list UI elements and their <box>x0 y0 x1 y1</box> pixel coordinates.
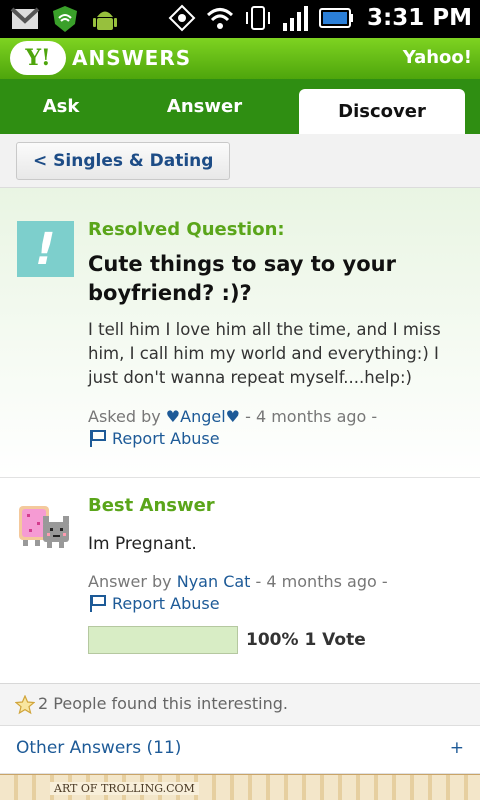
answerer-link[interactable]: Nyan Cat <box>177 572 251 591</box>
best-answer-body: Im Pregnant. <box>88 534 197 554</box>
report-abuse-label: Report Abuse <box>112 428 220 448</box>
asked-time: - 4 months ago - <box>245 407 378 426</box>
question-title: Cute things to say to your boyfriend? :)… <box>88 252 396 305</box>
status-bar: 3:31 PM <box>0 0 480 38</box>
question-section: ! Resolved Question: Cute things to say … <box>0 188 480 478</box>
breadcrumb-back-button[interactable]: < Singles & Dating <box>16 142 231 180</box>
other-answers-label: Other Answers (11) <box>16 738 182 758</box>
yahoo-logo[interactable]: Y! <box>10 41 66 75</box>
battery-icon <box>319 3 355 33</box>
interesting-count: 2 People found this interesting. <box>38 694 288 713</box>
vote-result: 100% 1 Vote <box>246 630 366 650</box>
best-answer-section: Best Answer Im Pregnant. Answer by Nyan … <box>0 478 480 684</box>
gmail-icon <box>10 4 40 34</box>
asker-link[interactable]: ♥Angel♥ <box>166 407 240 426</box>
watermark-strip: ART OF TROLLING.COM <box>0 774 480 800</box>
answer-meta: Answer by Nyan Cat - 4 months ago - <box>88 572 388 591</box>
flag-icon <box>88 428 108 448</box>
tab-bar: Ask Answer Discover <box>0 79 480 134</box>
yahoo-brand-link[interactable]: Yahoo! <box>403 47 472 68</box>
best-answer-heading: Best Answer <box>88 495 215 516</box>
signal-icon <box>281 3 311 33</box>
resolved-question-icon: ! <box>17 221 74 277</box>
flag-icon <box>88 593 108 613</box>
interesting-row[interactable]: 2 People found this interesting. <box>0 684 480 726</box>
question-status: Resolved Question: <box>88 219 285 240</box>
logo-text: Y! <box>25 45 51 71</box>
other-answers-row[interactable]: Other Answers (11) + <box>0 726 480 774</box>
vote-progress-bar <box>88 626 238 654</box>
report-abuse-label: Report Abuse <box>112 593 220 613</box>
nyan-cat-avatar[interactable] <box>17 498 74 554</box>
tab-discover[interactable]: Discover <box>299 89 465 134</box>
answer-time: - 4 months ago - <box>255 572 388 591</box>
shield-icon <box>50 4 80 34</box>
star-icon <box>14 694 36 715</box>
answer-by-label: Answer by <box>88 572 172 591</box>
tab-ask[interactable]: Ask <box>0 79 122 134</box>
question-meta: Asked by ♥Angel♥ - 4 months ago - <box>88 407 377 426</box>
wifi-icon <box>205 3 235 33</box>
clock: 3:31 PM <box>367 5 472 31</box>
gps-icon <box>167 3 197 33</box>
question-body: I tell him I love him all the time, and … <box>88 320 441 387</box>
watermark-text: ART OF TROLLING.COM <box>50 782 199 795</box>
app-header: Y! ANSWERS Yahoo! <box>0 38 480 79</box>
android-icon <box>90 4 120 34</box>
question-report-abuse[interactable]: Report Abuse <box>88 428 220 448</box>
answer-report-abuse[interactable]: Report Abuse <box>88 593 220 613</box>
app-title: ANSWERS <box>72 46 192 70</box>
asked-by-label: Asked by <box>88 407 161 426</box>
vibrate-icon <box>243 3 273 33</box>
breadcrumb: < Singles & Dating <box>0 134 480 188</box>
tab-answer[interactable]: Answer <box>122 79 287 134</box>
exclamation-glyph: ! <box>30 223 61 275</box>
expand-icon: + <box>449 738 464 758</box>
